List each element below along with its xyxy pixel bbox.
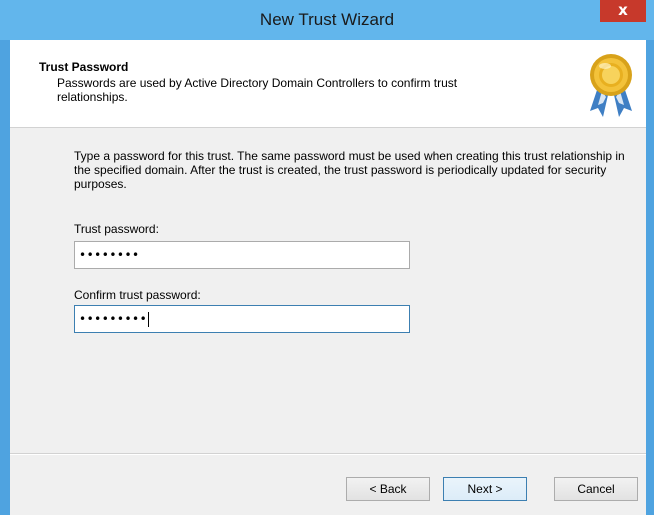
wizard-window: New Trust Wizard x Trust Password Passwo… <box>0 0 654 515</box>
award-ribbon-icon <box>590 54 632 117</box>
confirm-password-label: Confirm trust password: <box>74 288 201 302</box>
back-button[interactable]: < Back <box>346 477 430 501</box>
title-bar[interactable]: New Trust Wizard x <box>0 0 654 40</box>
trust-password-field[interactable]: •••••••• <box>74 241 410 269</box>
text-caret <box>148 312 150 327</box>
footer-separator <box>10 453 646 455</box>
close-icon: x <box>618 1 628 19</box>
confirm-password-value: ••••••••• <box>79 312 148 326</box>
dialog-client-area: Trust Password Passwords are used by Act… <box>10 40 646 515</box>
page-description: Passwords are used by Active Directory D… <box>57 76 458 104</box>
window-title: New Trust Wizard <box>259 10 395 29</box>
page-title: Trust Password <box>39 60 129 74</box>
trust-password-label: Trust password: <box>74 222 159 236</box>
confirm-password-field[interactable]: ••••••••• <box>74 305 410 333</box>
cancel-button[interactable]: Cancel <box>554 477 638 501</box>
wizard-header: Trust Password Passwords are used by Act… <box>10 40 646 128</box>
instructions-text: Type a password for this trust. The same… <box>74 149 625 191</box>
next-button[interactable]: Next > <box>443 477 527 501</box>
close-button[interactable]: x <box>600 0 646 22</box>
trust-password-value: •••••••• <box>79 248 140 262</box>
